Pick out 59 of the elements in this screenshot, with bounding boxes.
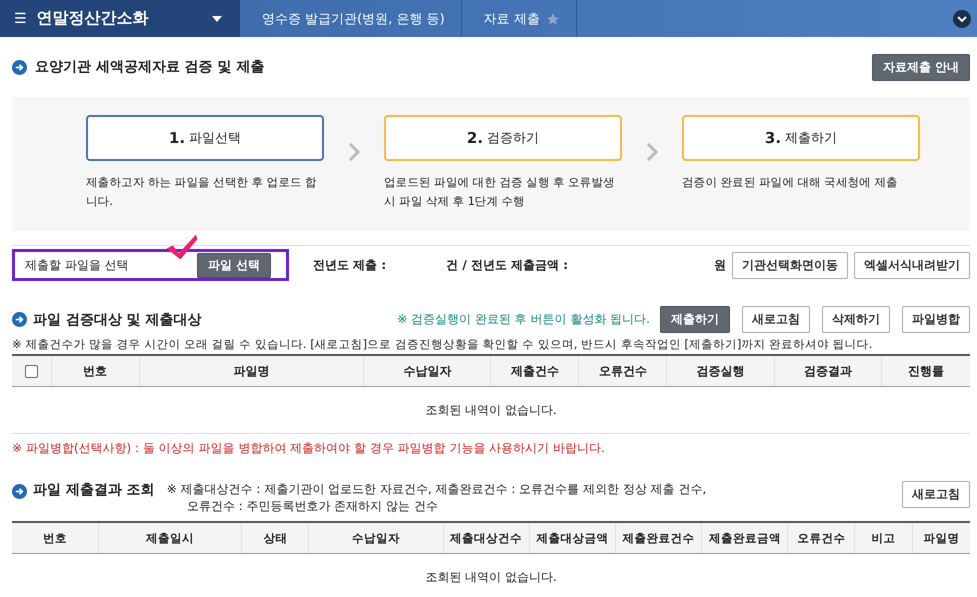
- step-description: 검증이 완료된 파일에 대해 국세청에 제출: [682, 174, 899, 191]
- step-description: 제출하고자 하는 파일을 선택한 후 업로드 합니다.: [86, 174, 318, 210]
- section-title: 파일 검증대상 및 제출대상: [33, 310, 202, 328]
- action-button[interactable]: 삭제하기: [822, 306, 890, 333]
- column-header: 제출건수: [490, 355, 579, 386]
- column-header: 파일명: [139, 355, 364, 386]
- notice-text: ※ 제출건수가 많을 경우 시간이 오래 걸릴 수 있습니다. [새로고침]으로 검증진행상황을 확인할 수 있으며, 반드시 후속작업인 [제출하기]까지 완료하셔야 됩니다.: [12, 337, 874, 352]
- column-header: 진행률: [882, 355, 970, 386]
- column-header: 번호: [12, 522, 98, 554]
- refresh-button[interactable]: 새로고침: [902, 481, 970, 508]
- column-header: 검증결과: [774, 355, 882, 386]
- page-title: 요양기관 세액공제자료 검증 및 제출: [35, 58, 264, 76]
- action-button[interactable]: 엑셀서식내려받기: [854, 252, 970, 278]
- column-header: 제출대상건수: [443, 522, 530, 554]
- column-header: 상태: [242, 522, 309, 554]
- column-header: 오류건수: [578, 355, 667, 386]
- column-header: 제출일시: [98, 522, 242, 554]
- won-label: 원: [714, 256, 726, 274]
- caret-icon[interactable]: [212, 16, 222, 22]
- breadcrumb-link[interactable]: 자료 제출: [462, 0, 577, 37]
- step-box: 1. 파일선택: [86, 115, 324, 161]
- column-header: 제출완료건수: [616, 522, 702, 554]
- chevron-icon: [348, 142, 360, 162]
- column-header: 수납일자: [308, 522, 444, 554]
- prev-amount-label: 건 / 전년도 제출금액 :: [446, 256, 568, 274]
- chevron-icon: [646, 142, 658, 162]
- column-header: 오류건수: [788, 522, 855, 554]
- step-box: 2. 검증하기: [384, 115, 622, 161]
- column-header: 제출완료금액: [702, 522, 788, 554]
- column-header: 번호: [51, 355, 140, 386]
- action-button[interactable]: 새로고침: [742, 306, 810, 333]
- guide-button[interactable]: 자료제출 안내: [872, 54, 970, 80]
- note-text: 오류건수 : 주민등록번호가 존재하지 않는 건수: [186, 498, 439, 515]
- file-select-button[interactable]: 파일 선택: [197, 252, 272, 278]
- expand-icon[interactable]: [953, 10, 971, 28]
- action-button[interactable]: 파일병합: [902, 306, 970, 333]
- action-button[interactable]: 기관선택화면이동: [732, 252, 848, 278]
- hint-text: ※ 검증실행이 완료된 후 버튼이 활성화 됩니다.: [397, 311, 650, 328]
- step-box: 3. 제출하기: [682, 115, 920, 161]
- menu-icon[interactable]: ☰: [14, 10, 27, 26]
- breadcrumb-link[interactable]: 영수증 발급기관(병원, 은행 등): [240, 0, 462, 37]
- star-icon[interactable]: [546, 12, 560, 26]
- column-header: 파일명: [912, 522, 970, 554]
- action-button[interactable]: 제출하기: [660, 306, 730, 333]
- file-select-label: 제출할 파일을 선택: [25, 256, 130, 274]
- section-title: 파일 제출결과 조회: [33, 481, 155, 499]
- prev-count-label: 전년도 제출 :: [313, 256, 386, 274]
- empty-message: 조회된 내역이 없습니다.: [12, 554, 970, 597]
- column-header: 수납일자: [364, 355, 491, 386]
- nav-title: 연말정산간소화: [36, 8, 150, 29]
- step-description: 업로드된 파일에 대한 검증 실행 후 오류발생 시 파일 삭제 후 1단계 수행: [384, 174, 616, 210]
- nav-home-tab[interactable]: ☰ 연말정산간소화: [0, 0, 240, 37]
- column-header: 제출대상금액: [529, 522, 616, 554]
- column-header: 비고: [854, 522, 912, 554]
- empty-message: 조회된 내역이 없습니다.: [12, 386, 970, 434]
- select-all-checkbox[interactable]: [24, 365, 38, 378]
- note-text: ※ 제출대상건수 : 제출기관이 업로드한 자료건수, 제출완료건수 : 오류건수를 제외한 정상 제출 건수,: [166, 481, 706, 498]
- column-header: 검증실행: [666, 355, 774, 386]
- merge-note: ※ 파일병합(선택사항) : 둘 이상의 파일을 병합하여 제출하여야 할 경우 파일병합 기능을 사용하시기 바랍니다.: [12, 440, 606, 457]
